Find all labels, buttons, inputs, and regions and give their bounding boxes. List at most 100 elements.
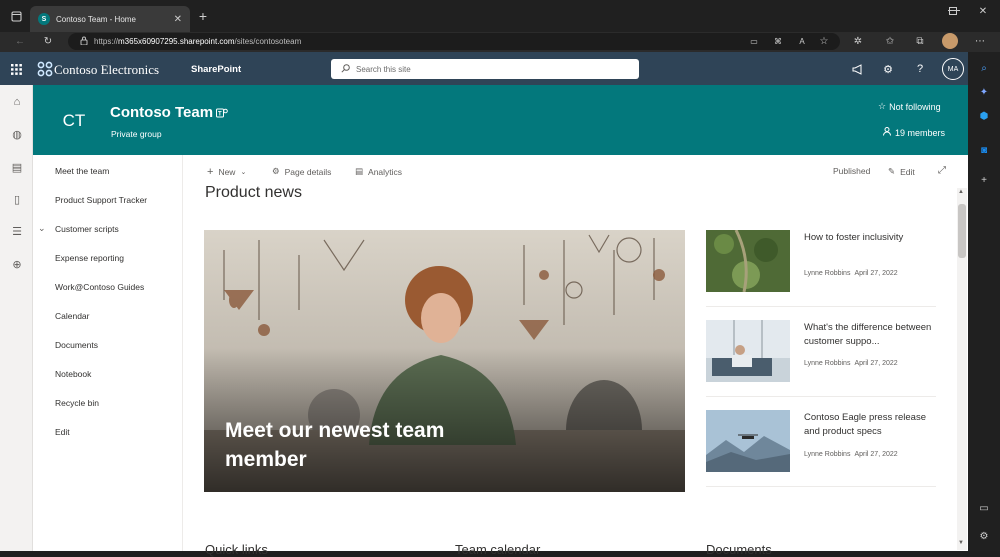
lock-icon: [80, 36, 88, 47]
site-logo[interactable]: CT: [50, 104, 98, 138]
close-tab-icon[interactable]: ✕: [174, 14, 182, 25]
follow-button[interactable]: ☆ Not following: [878, 101, 941, 112]
back-icon[interactable]: ←: [12, 33, 28, 49]
analytics-label: Analytics: [368, 166, 403, 177]
new-tab-button[interactable]: +: [195, 8, 211, 24]
nav-item-expense-reporting[interactable]: Expense reporting: [55, 253, 124, 263]
search-sidebar-icon[interactable]: ⌕: [976, 60, 992, 76]
megaphone-icon[interactable]: [848, 60, 866, 78]
more-icon[interactable]: ⋯: [972, 33, 988, 49]
app-available-icon[interactable]: ▭: [746, 33, 762, 49]
news-item-meta: Lynne Robbins April 27, 2022: [804, 451, 898, 458]
split-screen-icon[interactable]: ⌘: [770, 33, 786, 49]
nav-item-notebook[interactable]: Notebook: [55, 369, 91, 379]
hero-title[interactable]: Meet our newest team member: [225, 416, 485, 474]
divider: [706, 306, 936, 307]
news-author: Lynne Robbins: [804, 451, 851, 458]
document-icon[interactable]: ▯: [9, 191, 25, 207]
sidebar-settings-icon[interactable]: ⚙: [976, 528, 992, 544]
members-button[interactable]: 19 members: [883, 127, 945, 138]
browser-tab[interactable]: S Contoso Team - Home ✕: [30, 6, 190, 32]
news-item-title[interactable]: What's the difference between customer s…: [804, 321, 944, 349]
page-details-button[interactable]: ⚙ Page details: [272, 166, 331, 177]
search-icon: [341, 63, 350, 75]
nav-item-meet-the-team[interactable]: Meet the team: [55, 166, 109, 176]
app-name[interactable]: SharePoint: [191, 64, 241, 75]
news-date: April 27, 2022: [854, 360, 898, 367]
favorite-star-icon[interactable]: ☆: [816, 33, 832, 49]
hero-news-card[interactable]: Meet our newest team member: [204, 230, 685, 492]
news-item-title[interactable]: How to foster inclusivity: [804, 231, 944, 245]
news-item-meta: Lynne Robbins April 27, 2022: [804, 270, 898, 277]
contoso-logo-icon: [37, 61, 53, 82]
org-name[interactable]: Contoso Electronics: [54, 62, 159, 78]
published-status: Published: [833, 166, 871, 176]
news-thumbnail[interactable]: [706, 230, 790, 292]
quick-links-heading: Quick links: [205, 542, 268, 557]
help-icon[interactable]: ?: [911, 60, 929, 78]
address-bar[interactable]: https://m365x60907295.sharepoint.com/sit…: [68, 33, 840, 50]
follow-label: Not following: [889, 101, 941, 112]
members-label: 19 members: [895, 127, 946, 138]
app-launcher-icon[interactable]: [11, 62, 22, 80]
window-close-icon[interactable]: ✕: [975, 3, 991, 19]
nav-item-product-support-tracker[interactable]: Product Support Tracker: [55, 195, 147, 205]
nav-item-customer-scripts[interactable]: Customer scripts: [55, 224, 119, 234]
divider: [706, 486, 936, 487]
news-icon[interactable]: ▤: [9, 159, 25, 175]
nav-item-documents[interactable]: Documents: [55, 340, 98, 350]
person-icon: [883, 127, 891, 138]
url-text: https://m365x60907295.sharepoint.com/sit…: [94, 37, 302, 46]
lists-icon[interactable]: ☰: [9, 223, 25, 239]
gear-icon: ⚙: [272, 166, 280, 176]
nav-item-recycle-bin[interactable]: Recycle bin: [55, 398, 99, 408]
privacy-label: Private group: [111, 129, 162, 139]
home-icon[interactable]: ⌂: [9, 94, 25, 110]
discover-icon[interactable]: ✦: [976, 84, 992, 100]
tab-actions-icon[interactable]: [8, 8, 24, 24]
maximize-icon[interactable]: [949, 7, 957, 15]
news-thumbnail[interactable]: [706, 320, 790, 382]
news-date: April 27, 2022: [854, 451, 898, 458]
search-input[interactable]: Search this site: [331, 59, 639, 79]
edit-button[interactable]: ✎ Edit: [888, 166, 915, 177]
new-label: New: [218, 167, 236, 177]
expand-icon[interactable]: ⤢: [938, 165, 946, 176]
add-sidebar-icon[interactable]: +: [976, 172, 992, 188]
tab-title: Contoso Team - Home: [56, 14, 136, 24]
divider: [706, 396, 936, 397]
profile-avatar-icon[interactable]: [942, 33, 958, 49]
star-icon: ☆: [878, 101, 887, 111]
news-item-title[interactable]: Contoso Eagle press release and product …: [804, 411, 944, 439]
create-plus-icon[interactable]: ⊕: [9, 256, 25, 272]
analytics-button[interactable]: ▤ Analytics: [355, 166, 402, 177]
settings-gear-icon[interactable]: ⚙: [879, 60, 897, 78]
plus-icon: +: [207, 166, 214, 178]
favorites-icon[interactable]: ✩: [882, 33, 898, 49]
news-section-title[interactable]: Product news: [205, 184, 302, 202]
extensions-icon[interactable]: ✲: [850, 33, 866, 49]
news-author: Lynne Robbins: [804, 360, 851, 367]
user-avatar[interactable]: MA: [942, 58, 964, 80]
site-title[interactable]: Contoso Team: [110, 104, 213, 121]
globe-icon[interactable]: ◍: [9, 126, 25, 142]
office-icon[interactable]: ⬢: [976, 108, 992, 124]
read-aloud-icon[interactable]: A: [794, 33, 810, 49]
scroll-down-icon[interactable]: ▼: [958, 540, 964, 546]
scroll-up-icon[interactable]: ▲: [958, 189, 964, 195]
news-author: Lynne Robbins: [804, 270, 851, 277]
nav-edit-link[interactable]: Edit: [55, 427, 70, 437]
chevron-down-icon[interactable]: ⌄: [38, 223, 46, 234]
scrollbar-thumb[interactable]: [958, 204, 966, 258]
chart-icon: ▤: [355, 166, 364, 176]
team-calendar-heading: Team calendar: [455, 542, 541, 557]
refresh-icon[interactable]: ↻: [40, 33, 56, 49]
collections-icon[interactable]: ⧉: [912, 33, 928, 49]
news-thumbnail[interactable]: [706, 410, 790, 472]
sidebar-layout-icon[interactable]: ▭: [976, 500, 992, 516]
outlook-icon[interactable]: ◙: [976, 142, 992, 158]
nav-item-work-contoso-guides[interactable]: Work@Contoso Guides: [55, 282, 144, 292]
teams-icon[interactable]: T: [216, 106, 228, 124]
new-menu-button[interactable]: + New ⌄: [207, 166, 246, 178]
nav-item-calendar[interactable]: Calendar: [55, 311, 90, 321]
